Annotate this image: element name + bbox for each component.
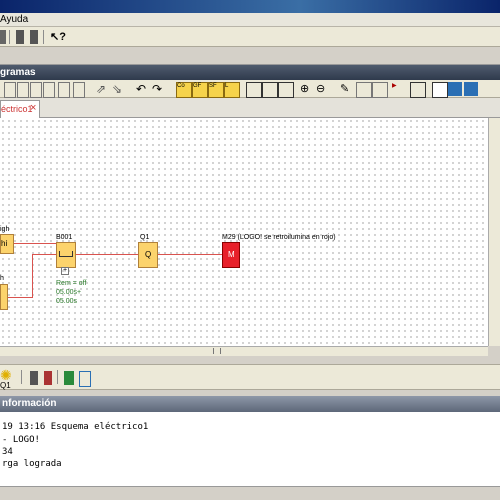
output-block[interactable]: Q	[138, 242, 158, 268]
zoom-out-icon[interactable]: ⊖	[316, 82, 330, 96]
chart-icon[interactable]	[64, 371, 74, 385]
align-icon[interactable]	[4, 82, 16, 98]
zoom-in-icon[interactable]: ⊕	[300, 82, 314, 96]
toolbar-separator	[57, 370, 58, 384]
signal-icon[interactable]	[432, 82, 448, 98]
status-icon[interactable]	[44, 371, 52, 385]
diagrams-panel-title: gramas	[0, 67, 36, 78]
info-log: 19 13:16 Esquema eléctrico1 - LOGO! 34 r…	[0, 412, 500, 486]
log-line: 19 13:16 Esquema eléctrico1	[2, 422, 149, 432]
log-line: - LOGO!	[2, 435, 40, 445]
toolbar-gap	[0, 47, 500, 65]
unlink-icon[interactable]: ⇘	[112, 82, 126, 96]
new-icon[interactable]	[0, 30, 6, 44]
q1-label: Q1	[0, 381, 11, 390]
info-panel-title: nformación	[2, 398, 57, 409]
toolbar-separator	[43, 30, 44, 44]
wire	[156, 254, 222, 255]
timer-off-delay: 05.00s	[56, 298, 78, 305]
table-icon[interactable]	[372, 82, 388, 98]
wire	[74, 254, 138, 255]
co-icon[interactable]: Co	[176, 82, 192, 98]
vertical-scrollbar[interactable]	[488, 118, 500, 346]
output-name: Q1	[140, 234, 150, 241]
diagram-canvas[interactable]: igh hi h B001 + Rem = off 05.00s+ 05.00s…	[0, 118, 488, 346]
input1-block[interactable]: hi	[0, 234, 14, 254]
wire	[6, 297, 32, 298]
gf-icon[interactable]: GF	[192, 82, 208, 98]
tab-label: éctrico1	[1, 104, 33, 114]
download-icon[interactable]	[448, 82, 462, 96]
tab-diagram[interactable]: éctrico1 ×	[0, 100, 40, 119]
input1-symbol: hi	[1, 239, 8, 248]
undo-icon[interactable]: ↶	[136, 82, 150, 96]
menu-bar: Ayuda	[0, 13, 500, 27]
context-help-icon[interactable]: ↖?	[50, 30, 66, 44]
box-icon[interactable]	[246, 82, 262, 98]
timer-name: B001	[56, 234, 73, 241]
close-icon[interactable]: ×	[30, 102, 36, 114]
distribute-v-icon[interactable]	[73, 82, 85, 98]
title-bar	[0, 0, 500, 13]
input2-block[interactable]	[0, 284, 8, 310]
distribute-icon[interactable]	[58, 82, 70, 98]
scroll-grip[interactable]	[213, 348, 221, 354]
toolbar-separator	[9, 30, 10, 44]
align-bottom-icon[interactable]	[43, 82, 55, 98]
timer-icon	[59, 251, 73, 257]
bottom-toolbar: ✺ Q1	[0, 364, 500, 390]
wire	[32, 254, 56, 255]
canvas-gap	[0, 356, 500, 364]
edit-icon[interactable]: ✎	[340, 82, 354, 96]
save-icon[interactable]	[30, 30, 38, 44]
info-panel-header: nformación	[0, 396, 500, 412]
timer-block[interactable]	[56, 242, 76, 268]
wire	[12, 243, 56, 244]
lightbulb-icon[interactable]: ✺	[0, 367, 14, 383]
toolbar-separator	[21, 370, 22, 384]
split-icon[interactable]	[262, 82, 278, 98]
table-view-icon[interactable]	[79, 371, 91, 387]
align-middle-icon[interactable]	[30, 82, 42, 98]
marker-symbol: M	[228, 250, 235, 259]
marker-name: M29 (LOGO! se retroilumina en rojo)	[222, 234, 336, 241]
menu-help[interactable]: Ayuda	[0, 14, 28, 25]
status-bar	[0, 486, 500, 500]
input2-label: h	[0, 275, 4, 282]
io-icon[interactable]	[30, 371, 38, 385]
grid-icon[interactable]	[356, 82, 372, 98]
pc-icon[interactable]	[410, 82, 426, 98]
input1-label: igh	[0, 226, 10, 233]
expand-button[interactable]: +	[61, 267, 69, 275]
upload-icon[interactable]	[464, 82, 478, 96]
link-icon[interactable]: ⇗	[96, 82, 110, 96]
log-line: 34	[2, 447, 13, 457]
diagrams-panel-header: gramas	[0, 65, 500, 80]
output-symbol: Q	[145, 250, 152, 259]
timer-on-delay: 05.00s+	[56, 289, 82, 296]
run-icon[interactable]: ▶	[392, 82, 406, 96]
align-top-icon[interactable]	[17, 82, 29, 98]
horizontal-scrollbar[interactable]	[0, 346, 488, 356]
tab-bar: éctrico1 ×	[0, 98, 500, 119]
log-line: rga lograda	[2, 459, 62, 469]
sf-icon[interactable]: SF	[208, 82, 224, 98]
marker-block[interactable]: M	[222, 242, 240, 268]
timer-rem: Rem = off	[56, 280, 87, 287]
redo-icon[interactable]: ↷	[152, 82, 166, 96]
main-toolbar: ↖?	[0, 27, 500, 47]
wire	[32, 254, 33, 298]
columns-icon[interactable]	[278, 82, 294, 98]
diagram-toolbar: ⇗ ⇘ ↶ ↷ Co GF SF L ⊕ ⊖ ✎ ▶	[0, 80, 500, 98]
open-icon[interactable]	[16, 30, 24, 44]
l-icon[interactable]: L	[224, 82, 240, 98]
